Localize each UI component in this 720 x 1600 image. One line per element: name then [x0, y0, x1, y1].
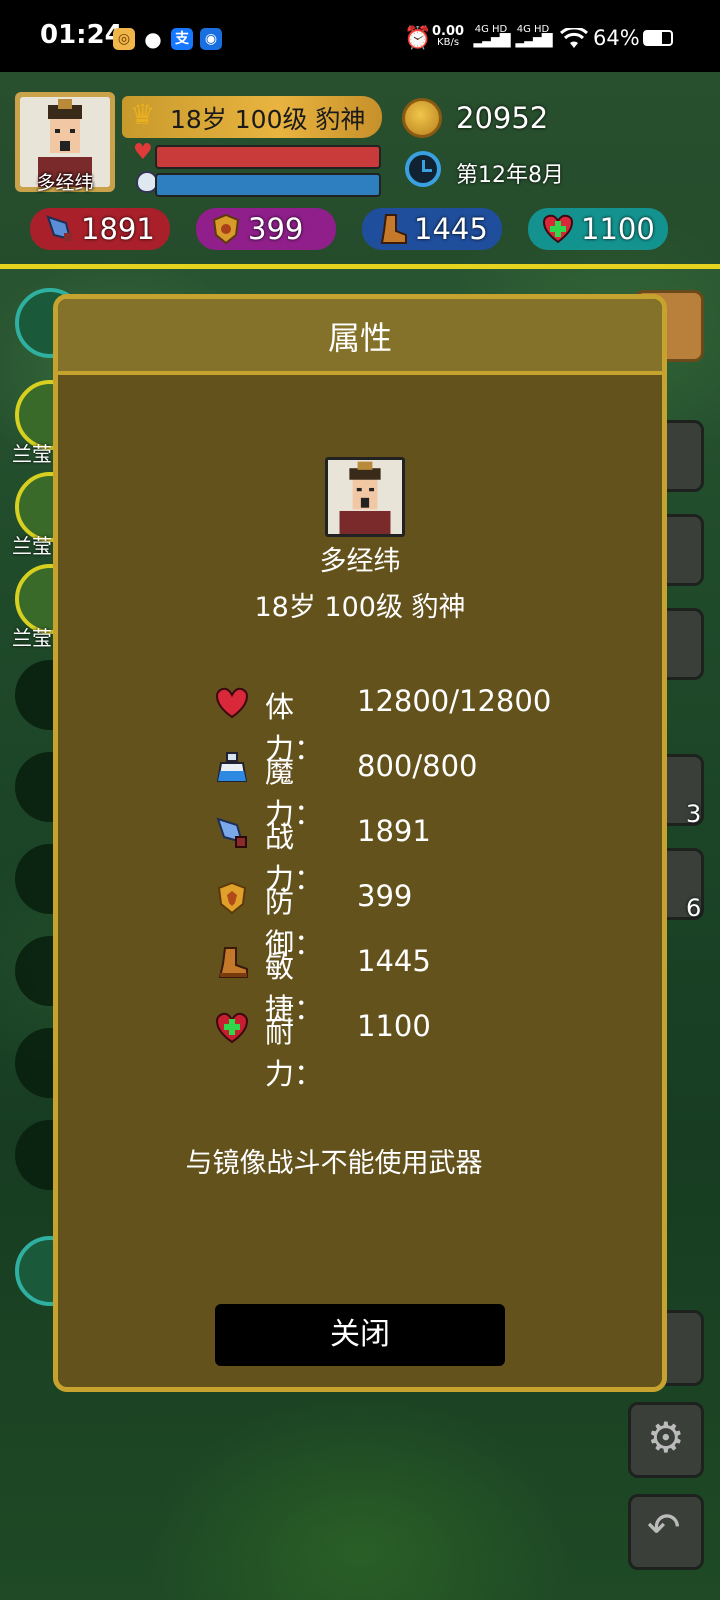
attributes-dialog: 属性 多经纬 18岁 100级 豹神 体力： 12800/12800 魔力： 8…	[53, 294, 667, 1392]
wifi-icon	[560, 28, 588, 48]
level-text: 18岁 100级 豹神	[170, 105, 366, 134]
hp-bar	[155, 145, 381, 169]
crown-icon: ♛	[130, 98, 156, 131]
defense-value: 399	[248, 212, 304, 246]
player-name: 多经纬	[36, 172, 94, 194]
boot-icon	[380, 214, 407, 244]
character-portrait	[325, 457, 405, 537]
attr-value: 399	[357, 879, 413, 913]
character-name: 多经纬	[319, 546, 401, 577]
endurance-value: 1100	[581, 212, 655, 246]
attr-value: 1100	[357, 1009, 431, 1043]
back-arrow-icon: ↶	[647, 1505, 681, 1551]
hud-divider	[0, 264, 720, 269]
attr-label: 耐力：	[265, 1015, 324, 1091]
mana-potion-icon	[216, 752, 248, 782]
heart-icon	[215, 687, 249, 719]
status-time: 01:24	[40, 20, 123, 50]
app-notification-icon: ◎	[113, 28, 135, 50]
mp-potion-count: 6	[686, 894, 702, 922]
side-label: 兰莹	[12, 442, 52, 466]
alipay-notification-icon: 支	[171, 28, 193, 50]
character-level: 18岁 100级 豹神	[254, 592, 466, 623]
alarm-icon: ⏰	[404, 26, 432, 51]
agility-value: 1445	[414, 212, 488, 246]
coin-icon	[402, 98, 442, 138]
attack-value: 1891	[81, 212, 155, 246]
attr-value: 800/800	[357, 749, 478, 783]
attr-value: 1445	[357, 944, 431, 978]
sim2-signal: 4G HD ▂▃▅▇	[515, 24, 552, 48]
dialog-header: 属性	[58, 299, 662, 375]
sword-icon	[216, 817, 247, 848]
chat-notification-icon: ●	[144, 27, 162, 51]
shield-icon	[212, 213, 240, 245]
dialog-title: 属性	[327, 319, 392, 357]
hp-heart-icon: ♥	[133, 140, 153, 165]
game-date: 第12年8月	[456, 163, 564, 188]
qq-notification-icon: ◉	[200, 28, 222, 50]
attr-value: 12800/12800	[357, 684, 552, 718]
side-label: 兰莹	[12, 626, 52, 650]
mirror-battle-note: 与镜像战斗不能使用武器	[185, 1148, 483, 1179]
mp-bar	[155, 173, 381, 197]
net-speed: 0.00 KB/s	[432, 24, 465, 48]
boot-icon	[218, 947, 248, 978]
side-label: 兰莹	[12, 534, 52, 558]
sim1-signal: 4G HD ▂▃▅▇	[473, 24, 510, 48]
attr-value: 1891	[357, 814, 431, 848]
settings-button[interactable]: ⚙	[628, 1402, 704, 1478]
health-cross-icon	[542, 214, 574, 244]
battery-percent: 64%	[593, 26, 640, 50]
back-button[interactable]: ↶	[628, 1494, 704, 1570]
shield-icon	[217, 881, 247, 915]
battery-icon	[643, 30, 673, 46]
hp-potion-count: 3	[686, 800, 702, 828]
clock-icon	[405, 151, 441, 187]
status-bar: 01:24 ◎ ● 支 ◉ ⏰ 0.00 KB/s 4G HD ▂▃▅▇ 4G H…	[0, 0, 720, 72]
gear-icon: ⚙	[647, 1413, 685, 1462]
sword-icon	[46, 215, 72, 241]
close-button[interactable]: 关闭	[215, 1304, 505, 1366]
coin-count: 20952	[456, 101, 549, 135]
health-cross-icon	[215, 1012, 249, 1044]
